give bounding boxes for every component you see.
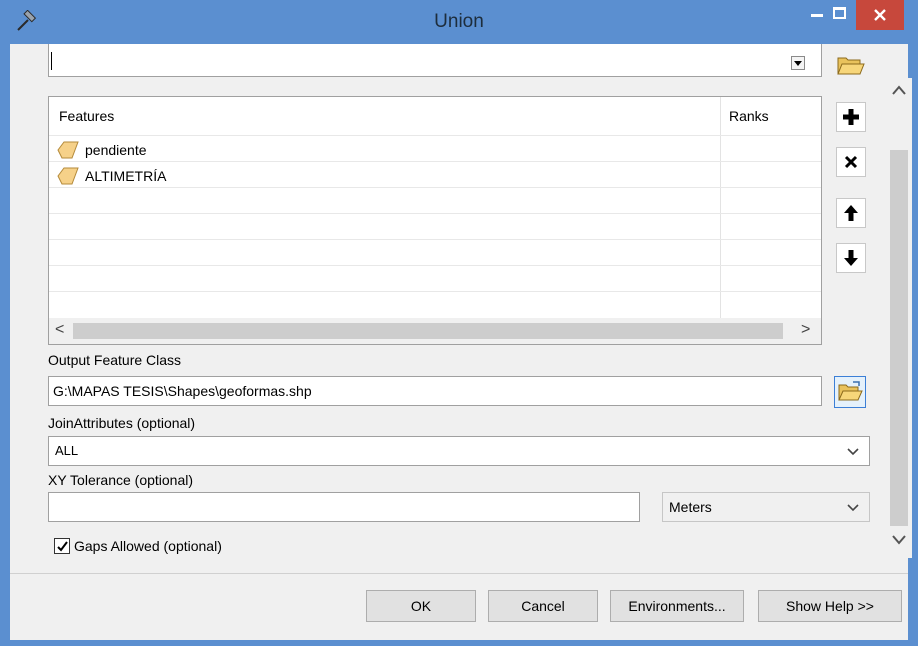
ok-button[interactable]: OK (366, 590, 476, 622)
open-folder-icon (837, 57, 865, 75)
horizontal-scrollbar[interactable]: < > (49, 318, 821, 344)
remove-row-button[interactable] (836, 147, 866, 177)
row-divider (49, 187, 821, 188)
row-divider (49, 161, 821, 162)
scroll-right-icon[interactable]: > (801, 321, 810, 339)
close-button[interactable] (856, 0, 904, 30)
scroll-down-icon[interactable] (891, 534, 907, 546)
footer-divider (10, 573, 908, 574)
environments-button[interactable]: Environments... (610, 590, 744, 622)
arrow-up-icon (844, 205, 858, 221)
column-divider (720, 97, 721, 318)
row-divider (49, 213, 821, 214)
scroll-left-icon[interactable]: < (55, 321, 64, 339)
open-folder-icon (838, 381, 863, 401)
chevron-down-icon (847, 504, 859, 512)
xy-tolerance-label: XY Tolerance (optional) (48, 472, 194, 488)
close-icon (874, 9, 886, 21)
row-divider (49, 265, 821, 266)
scroll-up-icon[interactable] (891, 84, 907, 96)
feature-name: ALTIMETRÍA (85, 168, 167, 184)
browse-input-button[interactable] (834, 50, 866, 78)
show-help-button[interactable]: Show Help >> (758, 590, 902, 622)
scrollbar-thumb[interactable] (890, 150, 908, 526)
chevron-down-icon (847, 448, 859, 456)
move-up-button[interactable] (836, 198, 866, 228)
join-attributes-value: ALL (55, 443, 79, 458)
xy-tolerance-input[interactable] (48, 492, 640, 522)
output-feature-class-label: Output Feature Class (48, 352, 182, 368)
polygon-layer-icon (57, 141, 79, 159)
header-divider (49, 135, 821, 136)
maximize-button[interactable] (822, 0, 856, 30)
cancel-button[interactable]: Cancel (488, 590, 598, 622)
maximize-icon (833, 7, 846, 19)
table-row[interactable]: pendiente (49, 138, 821, 163)
arrow-down-icon (844, 250, 858, 266)
scrollbar-thumb[interactable] (73, 323, 783, 339)
plus-icon (843, 109, 859, 125)
row-divider (49, 239, 821, 240)
checkmark-icon (57, 541, 68, 552)
chevron-down-icon[interactable] (791, 56, 805, 70)
polygon-layer-icon (57, 167, 79, 185)
add-row-button[interactable] (836, 102, 866, 132)
move-down-button[interactable] (836, 243, 866, 273)
browse-output-button[interactable] (834, 376, 866, 408)
features-table[interactable]: Features Ranks pendiente ALTIMETRÍA < > (48, 96, 822, 345)
xy-tolerance-units-select[interactable]: Meters (662, 492, 870, 522)
output-path-value: G:\MAPAS TESIS\Shapes\geoformas.shp (53, 383, 312, 399)
text-caret (51, 52, 52, 70)
join-attributes-select[interactable]: ALL (48, 436, 870, 466)
column-header-features[interactable]: Features (59, 108, 114, 124)
gaps-allowed-label[interactable]: Gaps Allowed (optional) (74, 538, 222, 554)
row-divider (49, 291, 821, 292)
feature-name: pendiente (85, 142, 147, 158)
window-title: Union (434, 11, 484, 32)
output-feature-class-input[interactable]: G:\MAPAS TESIS\Shapes\geoformas.shp (48, 376, 822, 406)
table-row[interactable]: ALTIMETRÍA (49, 164, 821, 189)
column-header-ranks[interactable]: Ranks (729, 108, 769, 124)
delete-icon (844, 155, 858, 169)
input-features-dropdown[interactable] (48, 44, 822, 77)
units-value: Meters (669, 499, 712, 515)
join-attributes-label: JoinAttributes (optional) (48, 415, 196, 431)
gaps-allowed-checkbox[interactable] (54, 538, 70, 554)
vertical-scrollbar[interactable] (886, 78, 912, 558)
